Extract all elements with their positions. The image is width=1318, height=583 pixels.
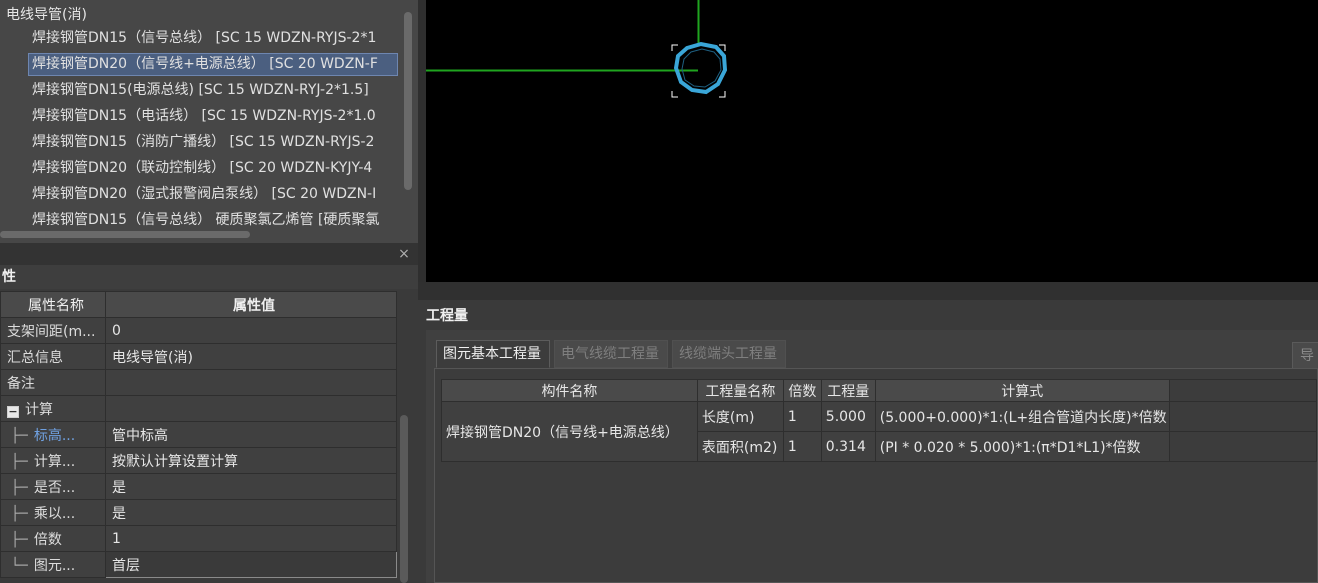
- property-row[interactable]: − 计算: [0, 395, 397, 422]
- property-value-cell[interactable]: [105, 395, 397, 422]
- cell-amount[interactable]: 5.000: [820, 401, 876, 432]
- property-value-cell[interactable]: 电线导管(消): [105, 343, 397, 370]
- quantity-panel-top-strip: [418, 282, 1318, 300]
- tree-item[interactable]: 焊接钢管DN15(电源总线) [SC 15 WDZN-RYJ-2*1.5]: [28, 79, 398, 102]
- tree-branch-icon: └─: [11, 557, 28, 574]
- property-name: 标高...: [33, 427, 76, 444]
- property-row[interactable]: └─ 图元... 首层: [0, 551, 397, 578]
- tab-cable-quantity[interactable]: 电气线缆工程量: [554, 340, 668, 368]
- property-value-header[interactable]: 属性值: [105, 291, 397, 318]
- drawing-canvas[interactable]: [426, 0, 1318, 282]
- quantity-table: 构件名称 工程量名称 倍数 工程量 计算式 焊接钢管DN20（信号线+电源总线）…: [441, 379, 1318, 462]
- property-name-cell[interactable]: ├─ 乘以...: [0, 499, 106, 526]
- cell-quantity-name[interactable]: 表面积(m2): [696, 431, 784, 462]
- property-row[interactable]: 备注: [0, 369, 397, 396]
- col-header-component-name[interactable]: 构件名称: [441, 379, 698, 402]
- col-header-spacer: [1168, 379, 1318, 402]
- property-value-cell[interactable]: 1: [105, 525, 397, 552]
- quantity-panel: 工程量 图元基本工程量 电气线缆工程量 线缆端头工程量 导 构件名称 工程量名称…: [418, 282, 1318, 583]
- property-value-cell[interactable]: 是: [105, 499, 397, 526]
- cell-multiplier[interactable]: 1: [782, 431, 822, 462]
- tree-item[interactable]: 焊接钢管DN15（消防广播线） [SC 15 WDZN-RYJS-2: [28, 131, 398, 154]
- property-value-cell[interactable]: 是: [105, 473, 397, 500]
- property-row[interactable]: ├─ 倍数 1: [0, 525, 397, 552]
- export-button[interactable]: 导: [1292, 342, 1318, 370]
- tree-root-label[interactable]: 电线导管(消): [6, 5, 87, 25]
- col-header-quantity-name[interactable]: 工程量名称: [696, 379, 784, 402]
- property-name: 图元...: [33, 557, 76, 574]
- quantity-panel-body: 图元基本工程量 电气线缆工程量 线缆端头工程量 导 构件名称 工程量名称 倍数 …: [426, 330, 1318, 583]
- collapse-icon[interactable]: −: [7, 405, 19, 418]
- cell-spacer: [1168, 401, 1318, 432]
- property-name: 计算: [25, 401, 53, 418]
- property-row[interactable]: 汇总信息 电线导管(消): [0, 343, 397, 370]
- pipe-section-inner: [681, 48, 722, 88]
- cell-multiplier[interactable]: 1: [782, 401, 822, 432]
- tree-item[interactable]: 焊接钢管DN15（电话线） [SC 15 WDZN-RYJS-2*1.0: [28, 105, 398, 128]
- property-row[interactable]: ├─ 是否... 是: [0, 473, 397, 500]
- property-name-cell[interactable]: 支架间距(m...: [0, 317, 106, 344]
- property-name: 乘以...: [33, 505, 76, 522]
- tree-item[interactable]: 焊接钢管DN20（联动控制线） [SC 20 WDZN-KYJY-4: [28, 157, 398, 180]
- drawing-canvas-svg: [426, 0, 728, 98]
- component-tree-panel: 电线导管(消) 焊接钢管DN15（信号总线） [SC 15 WDZN-RYJS-…: [0, 0, 418, 243]
- pipe-section-symbol: [673, 41, 728, 95]
- property-name: 倍数: [33, 531, 62, 548]
- col-header-amount[interactable]: 工程量: [820, 379, 876, 402]
- cell-spacer: [1168, 431, 1318, 462]
- property-name: 支架间距(m...: [7, 323, 96, 340]
- property-name: 汇总信息: [7, 349, 63, 366]
- tree-item[interactable]: 焊接钢管DN20（信号线+电源总线） [SC 20 WDZN-F: [28, 53, 398, 76]
- property-row[interactable]: 支架间距(m... 0: [0, 317, 397, 344]
- close-icon[interactable]: ×: [396, 246, 412, 262]
- tab-cable-terminal-quantity[interactable]: 线缆端头工程量: [672, 340, 786, 368]
- cell-formula[interactable]: (5.000+0.000)*1:(L+组合管道内长度)*倍数: [874, 401, 1170, 432]
- property-value-cell[interactable]: 管中标高: [105, 421, 397, 448]
- col-header-multiplier[interactable]: 倍数: [782, 379, 822, 402]
- quantity-panel-title: 工程量: [426, 308, 468, 324]
- cell-amount[interactable]: 0.314: [820, 431, 876, 462]
- property-value-cell[interactable]: 按默认计算设置计算: [105, 447, 397, 474]
- col-header-formula[interactable]: 计算式: [874, 379, 1170, 402]
- cell-formula[interactable]: (PI * 0.020 * 5.000)*1:(π*D1*L1)*倍数: [874, 431, 1170, 462]
- property-name-cell[interactable]: 备注: [0, 369, 106, 396]
- properties-panel-title: 性: [0, 265, 418, 289]
- property-value-cell[interactable]: 0: [105, 317, 397, 344]
- property-name-cell[interactable]: ├─ 计算...: [0, 447, 106, 474]
- property-value-cell[interactable]: [105, 369, 397, 396]
- tree-branch-icon: ├─: [11, 453, 28, 470]
- properties-panel: 性 属性名称 属性值 支架间距(m... 0 汇总信息 电线导管(消) 备注 − 计算 ├─ 标…: [0, 265, 418, 583]
- property-name: 备注: [7, 375, 35, 392]
- tab-basic-quantity[interactable]: 图元基本工程量: [436, 340, 550, 368]
- tree-item[interactable]: 焊接钢管DN15（信号总线） 硬质聚氯乙烯管 [硬质聚氯: [28, 209, 398, 232]
- property-name-cell[interactable]: ├─ 倍数: [0, 525, 106, 552]
- tree-horizontal-scrollbar[interactable]: [0, 231, 250, 238]
- cell-quantity-name[interactable]: 长度(m): [696, 401, 784, 432]
- panel-separator: [0, 243, 418, 265]
- properties-table: 属性名称 属性值 支架间距(m... 0 汇总信息 电线导管(消) 备注 − 计算 ├─ 标高.…: [0, 291, 397, 578]
- property-row[interactable]: ├─ 标高... 管中标高: [0, 421, 397, 448]
- property-row[interactable]: ├─ 乘以... 是: [0, 499, 397, 526]
- property-row[interactable]: ├─ 计算... 按默认计算设置计算: [0, 447, 397, 474]
- tree-item[interactable]: 焊接钢管DN20（湿式报警阀启泵线） [SC 20 WDZN-I: [28, 183, 398, 206]
- tree-branch-icon: ├─: [11, 531, 28, 548]
- cell-component-name[interactable]: 焊接钢管DN20（信号线+电源总线）: [441, 401, 698, 462]
- property-name-cell[interactable]: └─ 图元...: [0, 551, 106, 578]
- property-name-cell[interactable]: 汇总信息: [0, 343, 106, 370]
- property-name-header[interactable]: 属性名称: [0, 291, 106, 318]
- property-name-cell[interactable]: − 计算: [0, 395, 106, 422]
- property-value-cell[interactable]: 首层: [105, 551, 397, 578]
- tree-vertical-scrollbar[interactable]: [404, 12, 412, 190]
- property-name-cell[interactable]: ├─ 是否...: [0, 473, 106, 500]
- table-row[interactable]: 焊接钢管DN20（信号线+电源总线） 长度(m) 1 5.000 (5.000+…: [441, 401, 1318, 462]
- tree-branch-icon: ├─: [11, 505, 28, 522]
- tree-branch-icon: ├─: [11, 479, 28, 496]
- property-name: 计算...: [33, 453, 76, 470]
- tree-branch-icon: ├─: [11, 427, 28, 444]
- quantity-grid-area: 构件名称 工程量名称 倍数 工程量 计算式 焊接钢管DN20（信号线+电源总线）…: [434, 368, 1318, 583]
- property-name: 是否...: [33, 479, 76, 496]
- tree-item[interactable]: 焊接钢管DN15（信号总线） [SC 15 WDZN-RYJS-2*1: [28, 27, 398, 50]
- property-name-cell[interactable]: ├─ 标高...: [0, 421, 106, 448]
- properties-vertical-scrollbar[interactable]: [400, 415, 408, 583]
